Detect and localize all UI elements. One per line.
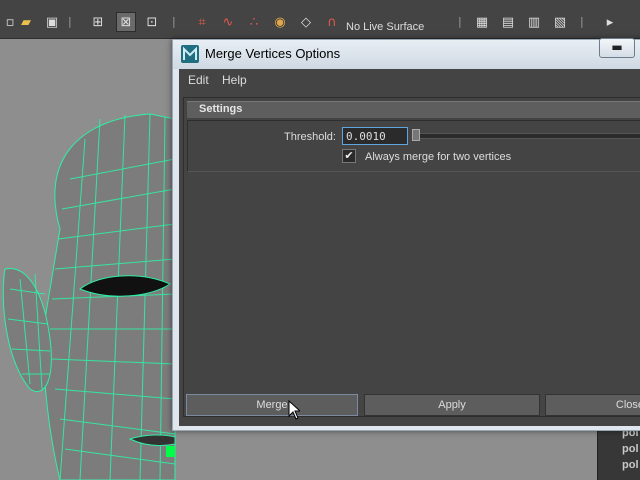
threshold-label: Threshold:: [284, 131, 336, 143]
save-scene-icon[interactable]: ▣: [42, 12, 62, 32]
minimize-button[interactable]: ▬: [599, 38, 635, 58]
live-surface-field[interactable]: No Live Surface: [346, 16, 424, 38]
merge-vertices-options-dialog: Merge Vertices Options ▬ Edit Help Setti…: [172, 38, 640, 431]
apply-button[interactable]: Apply: [364, 394, 540, 416]
always-merge-checkbox[interactable]: ✔: [342, 149, 356, 163]
dialog-client: Edit Help Settings Threshold: ✔ Always m…: [179, 69, 640, 426]
threshold-slider-handle[interactable]: [412, 129, 420, 141]
settings-section-title: Settings: [199, 103, 243, 115]
merge-button[interactable]: Merge: [186, 394, 358, 416]
settings-section-header[interactable]: Settings: [187, 101, 640, 118]
toolbar-separator: |: [580, 15, 584, 28]
toolbar-separator: |: [68, 15, 72, 28]
render-globals-icon[interactable]: ▧: [550, 12, 570, 32]
settings-section-body: Threshold: ✔ Always merge for two vertic…: [187, 120, 640, 172]
render-settings-icon[interactable]: ▦: [472, 12, 492, 32]
outliner-panel: pol pol pol: [597, 425, 640, 480]
dialog-menubar: Edit Help: [179, 69, 640, 91]
threshold-slider-track[interactable]: [416, 133, 640, 139]
select-object-icon[interactable]: ⊠: [116, 12, 136, 32]
select-component-icon[interactable]: ⊡: [142, 12, 162, 32]
outliner-item[interactable]: pol: [598, 457, 640, 473]
magnet-icon[interactable]: ∩: [322, 12, 342, 32]
close-button[interactable]: Close: [545, 394, 640, 416]
toolbar-separator: |: [458, 15, 462, 28]
toolbar-separator: |: [172, 15, 176, 28]
status-toolbar: ▫ ▰ ▣ | ⊞ ⊠ ⊡ | ⌗ ∿ ∴ ◉ ◇ ∩ No Live Surf…: [0, 6, 640, 39]
snap-view-plane-icon[interactable]: ◉: [270, 12, 290, 32]
options-panel: Settings Threshold: ✔ Always merge for t…: [183, 97, 640, 417]
threshold-input[interactable]: [342, 127, 408, 145]
snap-curve-icon[interactable]: ∿: [218, 12, 238, 32]
mouse-cursor-icon: [288, 400, 300, 420]
menu-edit[interactable]: Edit: [188, 73, 209, 87]
toolbar-more-icon[interactable]: ▸: [600, 12, 620, 32]
select-hierarchy-icon[interactable]: ⊞: [88, 12, 108, 32]
open-scene-icon[interactable]: ▰: [16, 12, 36, 32]
maya-logo-icon: [181, 45, 199, 63]
dialog-title: Merge Vertices Options: [205, 46, 341, 61]
ipr-render-icon[interactable]: ▥: [524, 12, 544, 32]
snap-grid-icon[interactable]: ⌗: [192, 12, 212, 32]
selected-vertex: [166, 446, 175, 457]
dialog-titlebar[interactable]: Merge Vertices Options ▬: [173, 38, 640, 69]
snap-point-icon[interactable]: ∴: [244, 12, 264, 32]
make-live-icon[interactable]: ◇: [296, 12, 316, 32]
render-current-icon[interactable]: ▤: [498, 12, 518, 32]
outliner-item[interactable]: pol: [598, 441, 640, 457]
always-merge-label: Always merge for two vertices: [365, 151, 512, 163]
menu-help[interactable]: Help: [222, 73, 247, 87]
